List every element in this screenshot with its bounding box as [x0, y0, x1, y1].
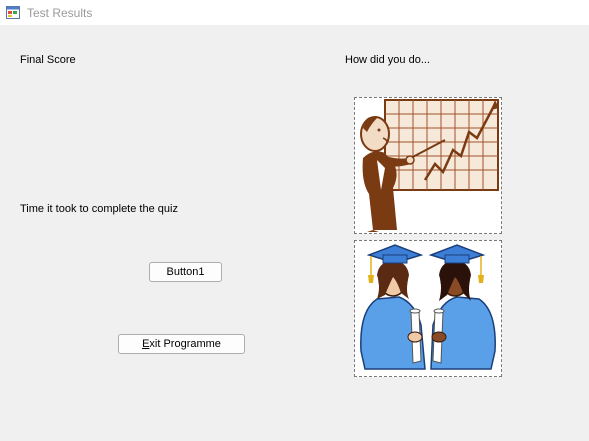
button1[interactable]: Button1	[149, 262, 222, 282]
how-did-you-do-label: How did you do...	[345, 54, 430, 66]
chart-picture-box	[354, 97, 502, 234]
window-title: Test Results	[27, 6, 93, 20]
graduates-clipart	[360, 244, 496, 370]
final-score-label: Final Score	[20, 54, 76, 66]
exit-label: xit Programme	[149, 338, 221, 350]
graduates-picture-box	[354, 240, 502, 377]
businessman-chart-clipart	[360, 99, 499, 232]
time-taken-label: Time it took to complete the quiz	[20, 203, 178, 215]
exit-programme-button[interactable]: Exit Programme	[118, 334, 245, 354]
title-bar[interactable]: Test Results	[0, 0, 589, 25]
app-form-icon	[6, 6, 20, 19]
